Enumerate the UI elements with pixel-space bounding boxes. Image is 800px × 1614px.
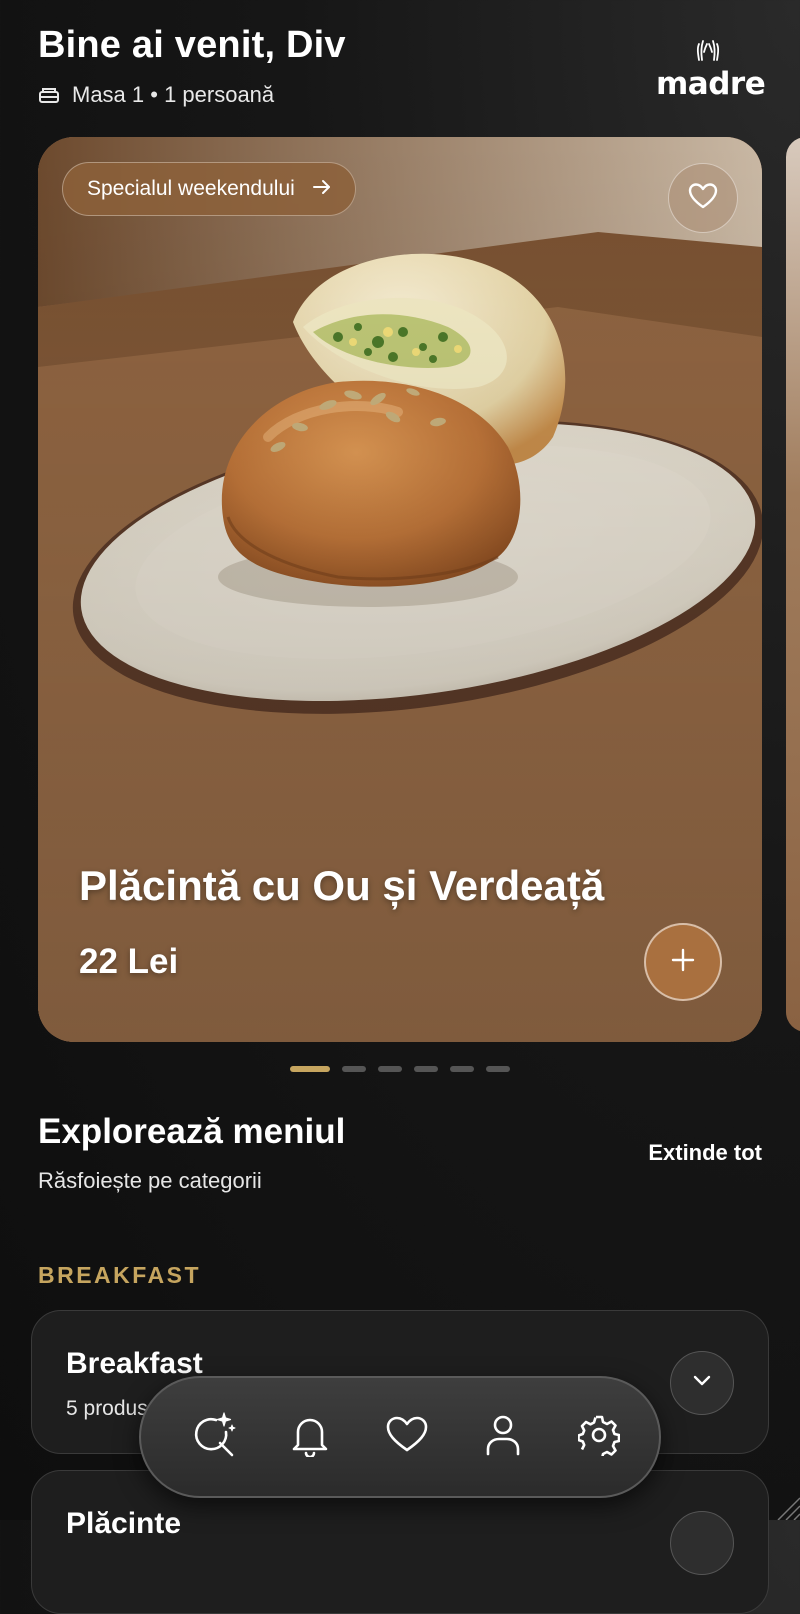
- madre-logo: madre: [656, 38, 766, 102]
- resize-handle-icon: [777, 1497, 800, 1520]
- nav-notifications-button[interactable]: [265, 1378, 355, 1496]
- nav-favorites-button[interactable]: [362, 1378, 452, 1496]
- heart-icon: [386, 1416, 428, 1459]
- next-featured-card[interactable]: [786, 137, 800, 1032]
- carousel-dot[interactable]: [450, 1066, 474, 1072]
- category-title: Plăcinte: [66, 1507, 182, 1540]
- table-info-text: Masa 1 • 1 persoană: [72, 82, 275, 107]
- nav-profile-button[interactable]: [458, 1378, 548, 1496]
- carousel-indicator: [290, 1066, 510, 1072]
- product-name: Plăcintă cu Ou și Verdeață: [79, 862, 605, 909]
- bell-icon: [290, 1413, 330, 1462]
- search-ai-icon: [189, 1411, 237, 1464]
- carousel-dot[interactable]: [378, 1066, 402, 1072]
- heart-icon: [688, 182, 718, 215]
- carousel-dot[interactable]: [486, 1066, 510, 1072]
- plus-icon: [670, 947, 696, 978]
- table-icon: [38, 86, 60, 104]
- carousel-dot[interactable]: [414, 1066, 438, 1072]
- explore-title: Explorează meniul: [38, 1112, 346, 1151]
- expand-all-button[interactable]: Extinde tot: [648, 1140, 762, 1166]
- welcome-title: Bine ai venit, Div: [38, 24, 346, 66]
- expand-category-button[interactable]: [670, 1351, 734, 1415]
- carousel-dot[interactable]: [290, 1066, 330, 1072]
- carousel-dot[interactable]: [342, 1066, 366, 1072]
- product-price: 22 Lei: [79, 942, 179, 981]
- nav-settings-button[interactable]: [554, 1378, 644, 1496]
- badge-label: Specialul weekendului: [87, 177, 295, 200]
- category-title: Breakfast: [66, 1347, 203, 1380]
- explore-subtitle: Răsfoiește pe categorii: [38, 1168, 262, 1193]
- featured-product-card[interactable]: Specialul weekendului Plăcintă cu Ou și …: [38, 137, 762, 1042]
- favorite-button[interactable]: [668, 163, 738, 233]
- add-to-cart-button[interactable]: [644, 923, 722, 1001]
- logo-text: madre: [656, 66, 766, 102]
- bottom-navigation: [139, 1376, 661, 1498]
- hands-icon: [696, 40, 720, 61]
- section-label: BREAKFAST: [38, 1262, 202, 1288]
- table-info: Masa 1 • 1 persoană: [38, 82, 274, 108]
- nav-search-button[interactable]: [168, 1378, 258, 1496]
- chevron-down-icon: [692, 1374, 712, 1392]
- weekend-special-badge[interactable]: Specialul weekendului: [62, 162, 356, 216]
- gear-icon: [577, 1414, 621, 1461]
- user-icon: [485, 1414, 521, 1461]
- expand-category-button[interactable]: [670, 1511, 734, 1575]
- arrow-right-icon: [312, 177, 331, 201]
